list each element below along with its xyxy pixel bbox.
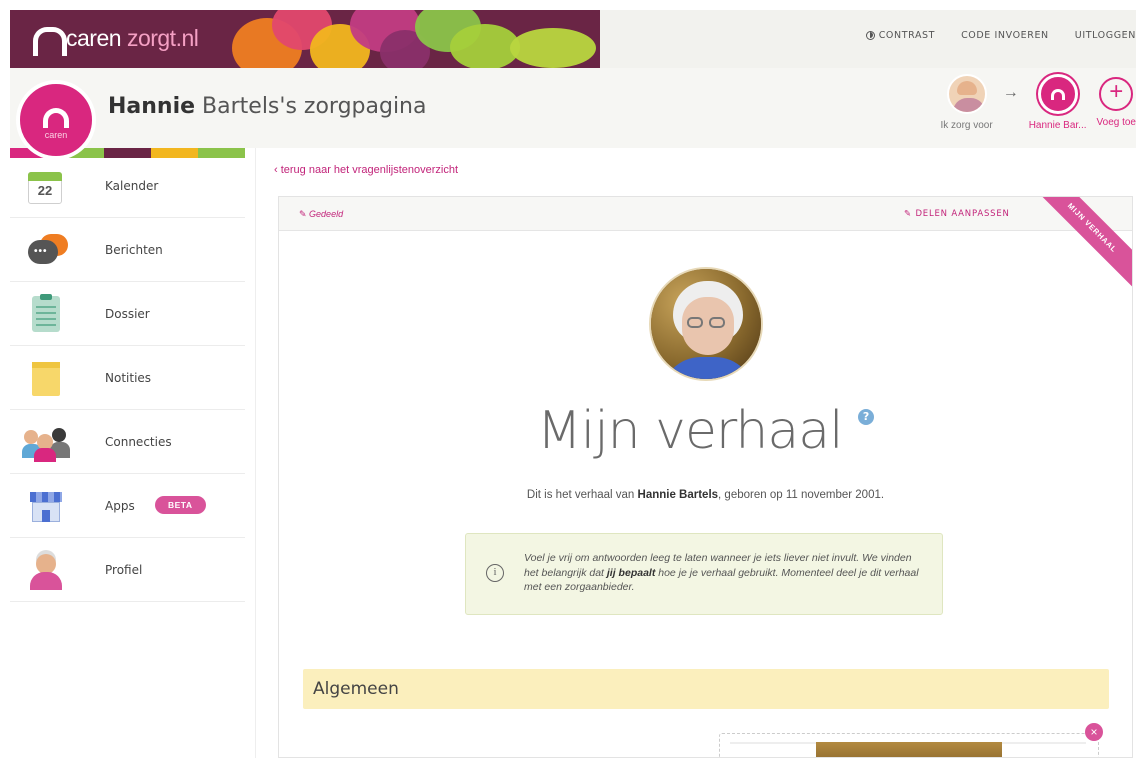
calendar-icon: 22 bbox=[22, 166, 70, 206]
sidebar-item-connecties[interactable]: Connecties bbox=[10, 410, 245, 474]
sidebar-item-profiel[interactable]: Profiel bbox=[10, 538, 245, 602]
profile-icon bbox=[22, 550, 70, 590]
arrow-right-icon: → bbox=[1002, 84, 1019, 101]
shared-label: Gedeeld bbox=[309, 209, 344, 219]
shared-status: ✎ Gedeeld bbox=[299, 209, 344, 219]
my-profile-label: Ik zorg voor bbox=[940, 120, 993, 131]
brand-banner: caren zorgt.nl bbox=[10, 10, 600, 68]
remove-photo-button[interactable]: × bbox=[1085, 723, 1103, 741]
page-title-name: Hannie bbox=[108, 94, 196, 119]
people-icon bbox=[22, 422, 70, 462]
sidebar-item-berichten[interactable]: ••• Berichten bbox=[10, 218, 245, 282]
caren-arch-icon bbox=[1050, 88, 1065, 100]
add-care-receiver-item[interactable]: + Voeg toe bbox=[1097, 74, 1136, 128]
logout-link[interactable]: UITLOGGEN bbox=[1075, 30, 1136, 41]
intro-suffix: , geboren op 11 november 2001. bbox=[718, 489, 885, 501]
beta-badge: BETA bbox=[155, 496, 206, 514]
main-content: ‹ terug naar het vragenlijstenoverzicht … bbox=[255, 148, 1136, 758]
intro-name: Hannie Bartels bbox=[637, 489, 719, 501]
messages-icon: ••• bbox=[22, 230, 70, 270]
page-heading: Mijn verhaal ? bbox=[279, 401, 1132, 461]
notes-icon bbox=[22, 358, 70, 398]
sidebar-item-kalender[interactable]: 22 Kalender bbox=[10, 154, 245, 218]
info-icon: i bbox=[486, 564, 504, 582]
caregiver-switcher: Ik zorg voor → Hannie Bar... + Voeg toe bbox=[940, 74, 1136, 131]
caren-logo-icon bbox=[30, 24, 67, 56]
sidebar-item-label: Berichten bbox=[105, 242, 163, 257]
my-avatar bbox=[946, 74, 987, 114]
sidebar-item-dossier[interactable]: Dossier bbox=[10, 282, 245, 346]
section-algemeen: Algemeen bbox=[303, 669, 1109, 709]
card-header: ✎ Gedeeld ✎ DELEN AANPASSEN bbox=[279, 197, 1132, 231]
help-icon[interactable]: ? bbox=[858, 409, 875, 425]
contrast-link[interactable]: CONTRAST bbox=[865, 30, 936, 41]
privacy-notice: i Voel je vrij om antwoorden leeg te lat… bbox=[465, 533, 943, 615]
page-title-rest: Bartels's zorgpagina bbox=[195, 94, 427, 119]
page-title: Hannie Bartels's zorgpagina bbox=[108, 94, 426, 119]
current-care-receiver-label: Hannie Bar... bbox=[1028, 120, 1087, 131]
contrast-label: CONTRAST bbox=[878, 30, 936, 41]
sidebar-item-label: Connecties bbox=[105, 434, 172, 449]
current-care-receiver-item[interactable]: Hannie Bar... bbox=[1029, 74, 1087, 131]
back-to-questionnaires-link[interactable]: ‹ terug naar het vragenlijstenoverzicht bbox=[274, 164, 458, 176]
notice-bold: jij bepaalt bbox=[606, 566, 656, 579]
sidebar: 22 Kalender ••• Berichten Dossier Notiti… bbox=[10, 148, 245, 758]
code-invoeren-link[interactable]: CODE INVOEREN bbox=[961, 30, 1049, 41]
edit-sharing-button[interactable]: ✎ DELEN AANPASSEN bbox=[904, 209, 1010, 219]
uploaded-photo bbox=[816, 742, 1002, 757]
section-title: Algemeen bbox=[313, 679, 399, 699]
sidebar-item-label: Dossier bbox=[105, 306, 150, 321]
calendar-day: 22 bbox=[37, 182, 53, 198]
sidebar-item-label: Profiel bbox=[105, 562, 143, 577]
sidebar-item-label: Kalender bbox=[105, 178, 159, 193]
sidebar-item-notities[interactable]: Notities bbox=[10, 346, 245, 410]
top-bar: caren zorgt.nl CONTRAST CODE INVOEREN UI… bbox=[10, 10, 1136, 68]
caren-avatar: caren bbox=[16, 80, 96, 160]
my-profile-item[interactable]: Ik zorg voor bbox=[940, 74, 993, 131]
caren-arch-icon bbox=[43, 108, 69, 128]
contrast-icon bbox=[865, 31, 875, 40]
add-care-receiver-label: Voeg toe bbox=[1096, 117, 1136, 128]
clipboard-icon bbox=[22, 293, 70, 334]
care-receiver-avatar bbox=[1037, 74, 1078, 114]
intro-prefix: Dit is het verhaal van bbox=[526, 489, 638, 501]
top-links: CONTRAST CODE INVOEREN UITLOGGEN bbox=[865, 30, 1136, 41]
photo-upload-box[interactable] bbox=[719, 733, 1099, 757]
plus-icon: + bbox=[1099, 77, 1134, 111]
page-header: caren Hannie Bartels's zorgpagina Ik zor… bbox=[10, 68, 1136, 160]
profile-photo bbox=[649, 267, 763, 381]
avatar-label: caren bbox=[44, 130, 68, 140]
sidebar-item-apps[interactable]: Apps BETA bbox=[10, 474, 245, 538]
store-icon bbox=[22, 486, 70, 526]
sidebar-item-label: Notities bbox=[105, 370, 152, 385]
story-intro: Dit is het verhaal van Hannie Bartels, g… bbox=[279, 489, 1132, 501]
brand-domain: zorgt.nl bbox=[126, 24, 199, 51]
story-card: ✎ Gedeeld ✎ DELEN AANPASSEN MIJN VERHAAL… bbox=[278, 196, 1133, 758]
notice-text: Voel je vrij om antwoorden leeg te laten… bbox=[524, 551, 924, 595]
edit-sharing-label: DELEN AANPASSEN bbox=[915, 209, 1010, 219]
page-heading-text: Mijn verhaal bbox=[536, 401, 844, 461]
caren-logo[interactable]: caren zorgt.nl bbox=[30, 24, 199, 56]
brand-name: caren bbox=[66, 24, 122, 51]
sidebar-item-label: Apps bbox=[105, 498, 135, 513]
